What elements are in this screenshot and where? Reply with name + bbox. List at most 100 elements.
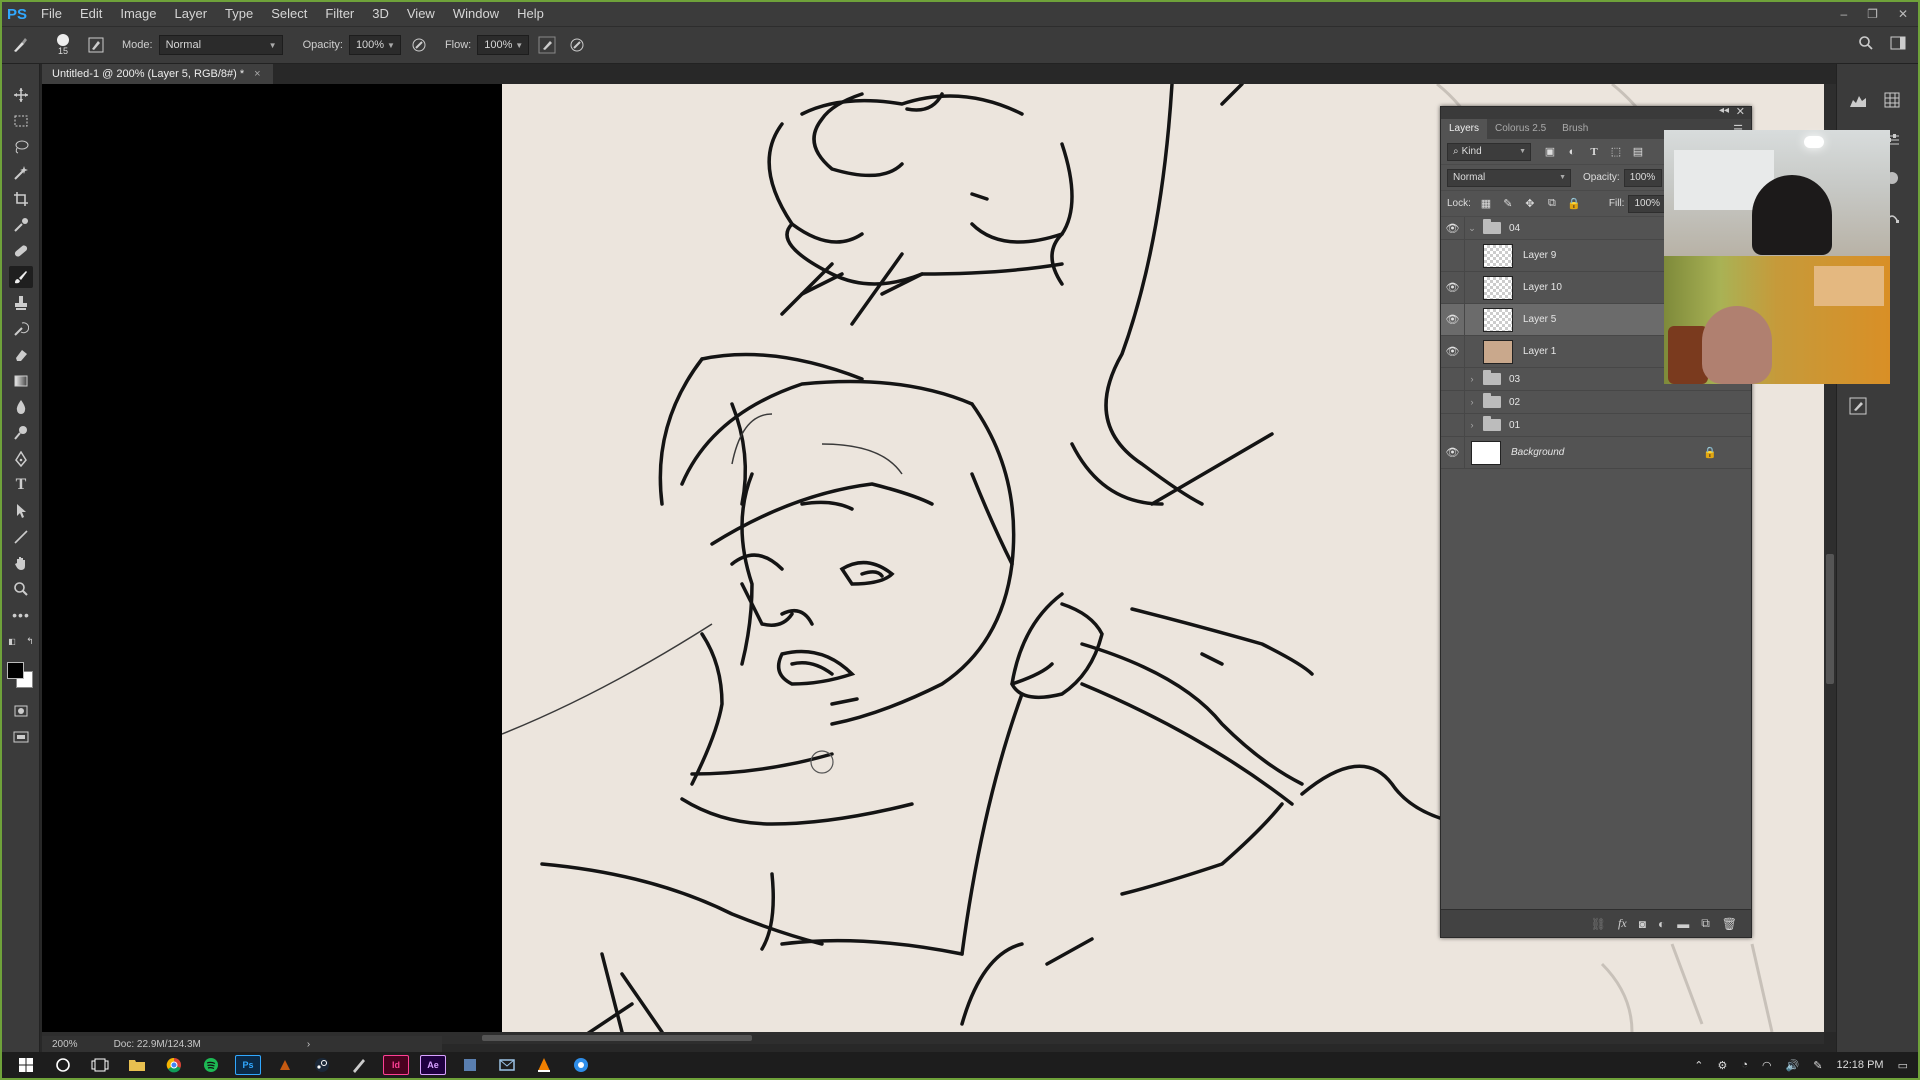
- layer-background[interactable]: 👁 Background 🔒: [1441, 437, 1751, 469]
- restore-button[interactable]: ❐: [1867, 7, 1878, 21]
- zoom-tool-icon[interactable]: [9, 578, 33, 600]
- magic-wand-tool-icon[interactable]: [9, 162, 33, 184]
- tab-layers[interactable]: Layers: [1441, 119, 1488, 139]
- layer-effects-icon[interactable]: fx: [1618, 916, 1627, 931]
- layer-opacity-field[interactable]: 100%: [1623, 168, 1662, 187]
- history-brush-tool-icon[interactable]: [9, 318, 33, 340]
- fill-field[interactable]: 100%: [1628, 194, 1667, 213]
- eye-icon[interactable]: 👁: [1441, 272, 1465, 303]
- photoshop-taskbar-icon[interactable]: Ps: [235, 1055, 261, 1075]
- blend-mode-select[interactable]: Normal ▼: [1447, 168, 1571, 187]
- taskbar-app-icon[interactable]: [568, 1055, 594, 1075]
- taskbar-app-icon[interactable]: [494, 1055, 520, 1075]
- new-adjustment-layer-icon[interactable]: ◐: [1658, 917, 1665, 931]
- swap-colors-icon[interactable]: ↰: [24, 636, 36, 646]
- menu-3d[interactable]: 3D: [363, 2, 398, 26]
- file-explorer-icon[interactable]: [124, 1055, 150, 1075]
- chevron-down-icon[interactable]: ⌄: [1465, 223, 1479, 234]
- link-layers-icon[interactable]: ⛓: [1591, 917, 1606, 931]
- clone-stamp-tool-icon[interactable]: [9, 292, 33, 314]
- panel-header[interactable]: ◂◂ ✕: [1441, 105, 1751, 119]
- pen-tool-icon[interactable]: [9, 448, 33, 470]
- menu-help[interactable]: Help: [508, 2, 553, 26]
- filter-type-icon[interactable]: T: [1583, 146, 1605, 158]
- more-tools-icon[interactable]: •••: [9, 604, 33, 626]
- search-icon[interactable]: [1858, 35, 1874, 54]
- menu-type[interactable]: Type: [216, 2, 262, 26]
- menu-file[interactable]: File: [32, 2, 71, 26]
- lock-position-icon[interactable]: ✥: [1519, 197, 1541, 210]
- filter-pixel-icon[interactable]: ▣: [1539, 145, 1561, 158]
- chevron-up-icon[interactable]: ⌃: [1694, 1059, 1703, 1072]
- filter-smart-object-icon[interactable]: ▤: [1627, 145, 1649, 158]
- dodge-tool-icon[interactable]: [9, 422, 33, 444]
- taskbar-app-icon[interactable]: [346, 1055, 372, 1075]
- quick-mask-icon[interactable]: [9, 700, 33, 722]
- minimize-button[interactable]: ‒: [1840, 7, 1847, 21]
- line-tool-icon[interactable]: [9, 526, 33, 548]
- notifications-icon[interactable]: ▭: [1898, 1059, 1908, 1072]
- close-panel-icon[interactable]: ✕: [1736, 105, 1745, 118]
- tab-colorus[interactable]: Colorus 2.5: [1487, 119, 1554, 139]
- steam-icon[interactable]: [309, 1055, 335, 1075]
- filter-adjustment-icon[interactable]: ◐: [1561, 146, 1583, 158]
- new-group-icon[interactable]: ▬: [1677, 917, 1689, 931]
- zoom-level[interactable]: 200%: [52, 1039, 78, 1050]
- layer-group-01[interactable]: 👁 › 01: [1441, 414, 1751, 437]
- histogram-icon[interactable]: [1845, 88, 1871, 112]
- chevron-right-icon[interactable]: ›: [1465, 420, 1479, 430]
- after-effects-icon[interactable]: Ae: [420, 1055, 446, 1075]
- lock-transparent-icon[interactable]: ▦: [1475, 197, 1497, 210]
- pen-icon[interactable]: ✎: [1813, 1059, 1822, 1072]
- menu-view[interactable]: View: [398, 2, 444, 26]
- chevron-right-icon[interactable]: ›: [1465, 397, 1479, 407]
- windows-start-icon[interactable]: [13, 1055, 39, 1075]
- pressure-opacity-icon[interactable]: [407, 33, 431, 57]
- blur-tool-icon[interactable]: [9, 396, 33, 418]
- type-tool-icon[interactable]: T: [9, 474, 33, 496]
- path-selection-tool-icon[interactable]: [9, 500, 33, 522]
- brush-settings-icon[interactable]: [1845, 394, 1871, 418]
- eye-icon[interactable]: 👁: [1441, 391, 1465, 413]
- menu-window[interactable]: Window: [444, 2, 508, 26]
- network-icon[interactable]: ◔: [1741, 1059, 1748, 1071]
- eye-icon[interactable]: 👁: [1441, 217, 1465, 239]
- taskbar-app-icon[interactable]: [272, 1055, 298, 1075]
- brush-size-picker[interactable]: 15: [48, 33, 78, 57]
- spotify-icon[interactable]: [198, 1055, 224, 1075]
- horizontal-scroll-thumb[interactable]: [482, 1035, 752, 1041]
- clock[interactable]: 12:18 PM: [1837, 1059, 1884, 1071]
- swatches-icon[interactable]: [1879, 88, 1905, 112]
- opacity-field[interactable]: 100% ▼: [348, 35, 401, 55]
- new-layer-icon[interactable]: ⧉: [1701, 916, 1710, 931]
- lasso-tool-icon[interactable]: [9, 136, 33, 158]
- eye-icon[interactable]: 👁: [1441, 414, 1465, 436]
- add-mask-icon[interactable]: ◙: [1639, 917, 1646, 931]
- brush-panel-toggle-icon[interactable]: [84, 33, 108, 57]
- eye-icon[interactable]: 👁: [1441, 304, 1465, 335]
- flow-field[interactable]: 100% ▼: [477, 35, 530, 55]
- document-tab[interactable]: Untitled-1 @ 200% (Layer 5, RGB/8#) * ×: [42, 64, 273, 84]
- crop-tool-icon[interactable]: [9, 188, 33, 210]
- lock-artboard-icon[interactable]: ⧉: [1541, 197, 1563, 210]
- steam-tray-icon[interactable]: ⚙: [1717, 1059, 1727, 1072]
- eye-icon[interactable]: 👁: [1441, 368, 1465, 390]
- collapse-panel-icon[interactable]: ◂◂: [1719, 105, 1729, 116]
- tab-brush[interactable]: Brush: [1554, 119, 1596, 139]
- close-tab-icon[interactable]: ×: [254, 64, 260, 84]
- lock-all-icon[interactable]: 🔒: [1563, 197, 1585, 210]
- eraser-tool-icon[interactable]: [9, 344, 33, 366]
- chevron-right-icon[interactable]: ›: [1465, 374, 1479, 384]
- eye-icon[interactable]: 👁: [1441, 240, 1465, 271]
- lock-image-icon[interactable]: ✎: [1497, 197, 1519, 210]
- mode-select[interactable]: Normal ▼: [158, 35, 283, 55]
- status-menu-arrow[interactable]: ›: [307, 1039, 310, 1050]
- task-view-icon[interactable]: [87, 1055, 113, 1075]
- healing-brush-tool-icon[interactable]: [9, 240, 33, 262]
- brush-tool-icon[interactable]: [9, 266, 33, 288]
- airbrush-icon[interactable]: [535, 33, 559, 57]
- pressure-size-icon[interactable]: [565, 33, 589, 57]
- menu-filter[interactable]: Filter: [316, 2, 363, 26]
- menu-layer[interactable]: Layer: [166, 2, 217, 26]
- menu-select[interactable]: Select: [262, 2, 316, 26]
